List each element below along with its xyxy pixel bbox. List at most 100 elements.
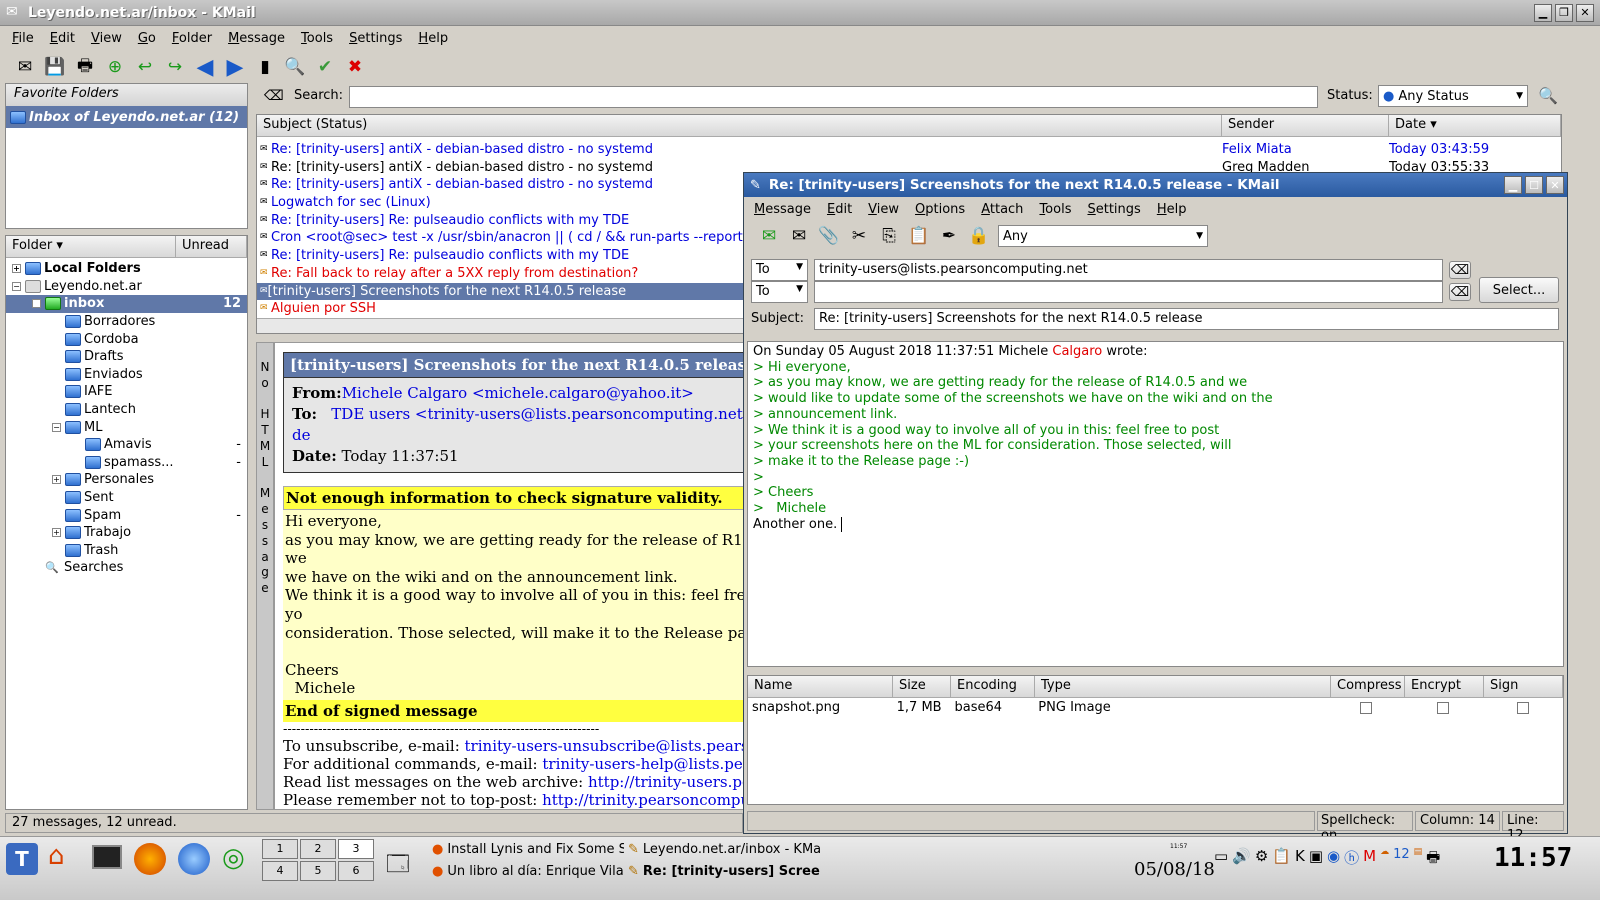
gmail-icon[interactable]: M <box>1363 847 1376 872</box>
menu-edit[interactable]: Edit <box>42 31 83 46</box>
folder-item[interactable]: − inbox 12 <box>6 295 247 313</box>
select-recipients-button[interactable]: Select... <box>1479 277 1559 303</box>
tray-app-icon[interactable]: ⚙ <box>1255 847 1268 872</box>
folder-item[interactable]: Drafts <box>6 348 247 366</box>
folder-item[interactable]: Lantech <box>6 401 247 419</box>
folder-item[interactable]: Borradores <box>6 313 247 331</box>
folder-item[interactable]: spamass... - <box>6 454 247 472</box>
attach-header-compress[interactable]: Compress <box>1331 676 1405 698</box>
message-row[interactable]: ✉ [trinity-users] Screenshots for the nex… <box>257 282 747 301</box>
desktop-4[interactable]: 4 <box>262 861 298 881</box>
message-row[interactable]: ✉ Re: [trinity-users] antiX - debian-base… <box>257 141 1561 159</box>
trinity-menu-icon[interactable]: T <box>6 843 38 875</box>
main-titlebar[interactable]: ✉ Leyendo.net.ar/inbox - KMail ▁ ❐ ✕ <box>0 0 1600 26</box>
collapse-icon[interactable]: − <box>32 299 41 309</box>
composer-menu-tools[interactable]: Tools <box>1031 202 1079 217</box>
menu-tools[interactable]: Tools <box>293 31 341 46</box>
collapse-icon[interactable]: − <box>12 281 21 291</box>
folder-item[interactable]: Spam - <box>6 506 247 524</box>
folder-column-header[interactable]: Folder ▾ <box>6 236 176 258</box>
advanced-search-icon[interactable]: 🔍 <box>1538 86 1558 105</box>
restore-icon[interactable]: ❐ <box>1555 3 1573 22</box>
folder-item[interactable]: Cordoba <box>6 330 247 348</box>
from-value[interactable]: Michele Calgaro <michele.calgaro@yahoo.i… <box>342 384 694 402</box>
compress-checkbox[interactable] <box>1360 702 1373 714</box>
tray-monitor-icon[interactable]: ▭ <box>1214 847 1228 872</box>
printer-icon[interactable]: 🖶 <box>1426 847 1440 872</box>
minimize-icon[interactable]: ▁ <box>1534 3 1552 22</box>
address-book-icon[interactable]: ▮ <box>252 54 278 80</box>
attach-header-type[interactable]: Type <box>1035 676 1331 698</box>
attachment-row[interactable]: snapshot.png 1,7 MB base64 PNG Image <box>748 698 1563 718</box>
clock[interactable]: 11:57 <box>1494 843 1572 873</box>
composer-minimize-icon[interactable]: ▁ <box>1504 176 1522 194</box>
clear-search-icon[interactable]: ⌫ <box>264 88 284 104</box>
expand-icon[interactable]: + <box>52 475 61 485</box>
subject-column-header[interactable]: Subject (Status) <box>257 115 1222 137</box>
tray-desktop-icon[interactable]: ▣ <box>1309 847 1323 872</box>
new-message-icon[interactable]: ✉ <box>12 54 38 80</box>
folder-item[interactable]: Sent <box>6 489 247 507</box>
to2-type-select[interactable]: To ▼ <box>751 281 808 303</box>
network-icon[interactable]: ◎ <box>222 843 245 873</box>
show-desktop-icon[interactable]: 🗔 <box>386 847 410 885</box>
terminal-icon[interactable] <box>92 845 122 869</box>
desktop-pager[interactable]: 123 456 <box>262 839 378 881</box>
sender-column-header[interactable]: Sender <box>1222 115 1389 137</box>
search-input[interactable] <box>349 86 1318 108</box>
forward-icon[interactable]: ↪ <box>162 54 188 80</box>
status-select[interactable]: ● Any Status ▼ <box>1378 85 1528 107</box>
previous-icon[interactable]: ◀ <box>192 54 218 80</box>
copy-icon[interactable]: ⎘ <box>876 223 902 249</box>
to2-field[interactable] <box>814 281 1443 303</box>
composer-menu-options[interactable]: Options <box>907 202 973 217</box>
expand-icon[interactable]: + <box>12 264 21 274</box>
clear-to1-icon[interactable]: ⌫ <box>1449 261 1471 279</box>
folder-item[interactable]: + Personales <box>6 471 247 489</box>
close-icon[interactable]: ✕ <box>1576 3 1594 22</box>
folder-item[interactable]: Trash <box>6 542 247 560</box>
tray-sensor-icon[interactable]: ▤ <box>1414 847 1423 872</box>
menu-go[interactable]: Go <box>130 31 164 46</box>
favorite-inbox[interactable]: Inbox of Leyendo.net.ar (12) <box>6 106 247 128</box>
mark-icon[interactable]: ✔ <box>312 54 338 80</box>
folder-item[interactable]: − ML <box>6 418 247 436</box>
menu-view[interactable]: View <box>83 31 130 46</box>
send-icon[interactable]: ✉ <box>756 223 782 249</box>
hp-icon[interactable]: ⓗ <box>1344 847 1359 872</box>
attach-header-name[interactable]: Name <box>748 676 893 698</box>
attach-header-encrypt[interactable]: Encrypt <box>1405 676 1484 698</box>
tray-count[interactable]: 12 <box>1393 847 1410 872</box>
paste-icon[interactable]: 📋 <box>906 223 932 249</box>
home-icon[interactable]: ⌂ <box>48 841 65 871</box>
taskbar-task[interactable]: ● Install Lynis and Fix Some S <box>432 839 624 860</box>
sign-checkbox[interactable] <box>1516 702 1529 714</box>
tray-weather-icon[interactable]: ☁ <box>1380 847 1389 872</box>
print-icon[interactable]: 🖶 <box>72 54 98 80</box>
delete-icon[interactable]: ✖ <box>342 54 368 80</box>
next-icon[interactable]: ▶ <box>222 54 248 80</box>
folder-item[interactable]: IAFE <box>6 383 247 401</box>
composer-menu-attach[interactable]: Attach <box>973 202 1031 217</box>
folder-item[interactable]: + Trabajo <box>6 524 247 542</box>
to1-type-select[interactable]: To ▼ <box>751 259 808 281</box>
expand-icon[interactable]: + <box>52 528 61 538</box>
identity-select[interactable]: Any ▼ <box>998 225 1208 247</box>
volume-icon[interactable]: 🔊 <box>1232 847 1251 872</box>
desktop-6[interactable]: 6 <box>338 861 374 881</box>
desktop-3[interactable]: 3 <box>338 839 374 859</box>
menu-help[interactable]: Help <box>410 31 456 46</box>
menu-file[interactable]: File <box>4 31 42 46</box>
composer-menu-help[interactable]: Help <box>1149 202 1195 217</box>
menu-folder[interactable]: Folder <box>164 31 220 46</box>
composer-menu-view[interactable]: View <box>860 202 907 217</box>
folder-item[interactable]: 🔍 Searches <box>6 559 247 577</box>
taskbar-task[interactable]: ✎ Leyendo.net.ar/inbox - KMa <box>628 839 820 860</box>
footer-link[interactable]: trinity-users-help@lists.pearsoncomputi <box>542 755 743 773</box>
unread-column-header[interactable]: Unread <box>176 236 247 258</box>
attach-header-size[interactable]: Size <box>893 676 951 698</box>
desktop-5[interactable]: 5 <box>300 861 336 881</box>
attach-icon[interactable]: 📎 <box>816 223 842 249</box>
cut-icon[interactable]: ✂ <box>846 223 872 249</box>
sign-icon[interactable]: ✒ <box>936 223 962 249</box>
